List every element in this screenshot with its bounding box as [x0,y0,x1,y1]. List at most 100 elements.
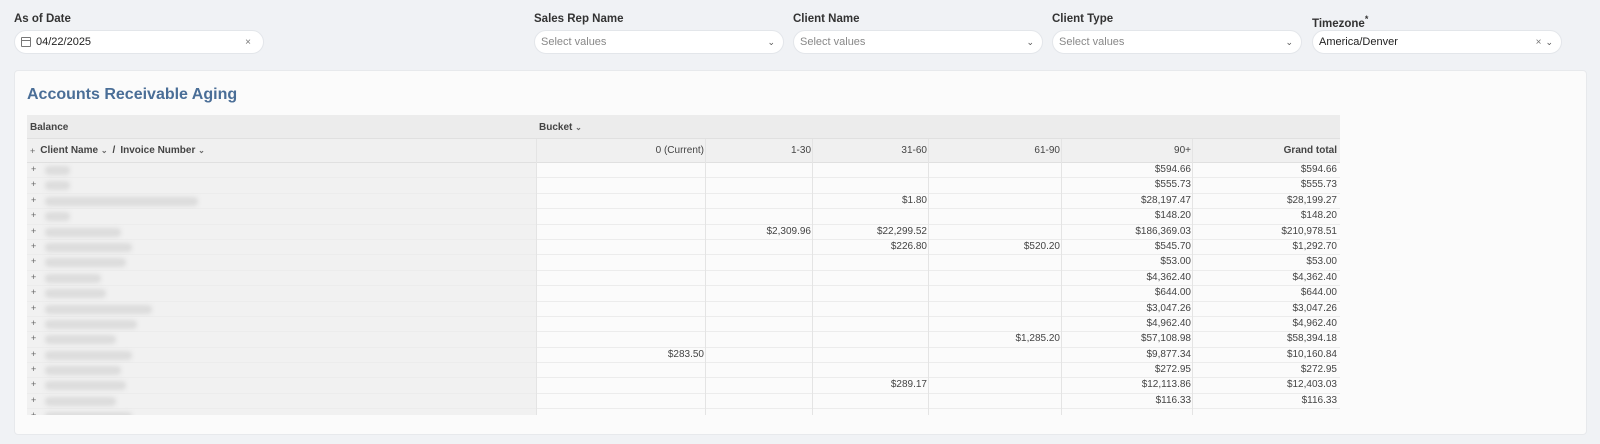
redacted-client-name [45,181,71,191]
table-cell: $57,108.98 [1140,333,1191,345]
redacted-client-name [45,196,198,206]
expand-row-icon[interactable]: + [31,349,36,359]
chevron-down-icon[interactable]: ⌄ [1285,37,1293,48]
row-header-cell: + [27,239,536,255]
column-header-61-90[interactable]: 61-90 [1034,145,1060,156]
column-header-90-[interactable]: 90+ [1174,145,1191,156]
clear-icon[interactable]: × [245,37,251,48]
expand-row-icon[interactable]: + [31,179,36,189]
table-row: + $148.20 $148.20 [27,209,1340,225]
chevron-down-icon[interactable]: ⌄ [1545,37,1553,48]
row-header-cell: + [27,378,536,393]
table-cell: $4,962.40 [1292,317,1338,329]
expand-row-icon[interactable]: + [31,287,36,297]
row-header-cell: + [27,332,536,347]
column-divider [1192,139,1193,415]
chevron-down-icon[interactable]: ⌄ [101,146,108,155]
expand-row-icon[interactable]: + [31,272,36,282]
row-field-client-name[interactable]: Client Name ⌄ [40,145,107,156]
expand-row-icon[interactable]: + [31,379,36,389]
table-row: + $53.00 $53.00 [27,255,1340,271]
chevron-down-icon[interactable]: ⌄ [767,37,775,48]
row-header-cell: + [27,301,536,316]
table-cell: $186,369.03 [1135,225,1191,237]
expand-row-icon[interactable]: + [31,303,36,313]
row-header-cell: + [27,316,536,332]
expand-row-icon[interactable]: + [31,364,36,374]
column-header-grand-total[interactable]: Grand total [1284,145,1337,156]
select-input[interactable]: Select values ⌄ [793,30,1043,54]
row-header-cell: + [27,286,536,301]
column-header-1-30[interactable]: 1-30 [791,145,811,156]
row-header-cell: + [27,178,536,193]
redacted-client-name [45,258,127,268]
table-cell: $2,309.96 [766,225,812,237]
expand-row-icon[interactable]: + [31,226,36,236]
expand-row-icon[interactable]: + [31,333,36,343]
chevron-down-icon[interactable]: ⌄ [198,146,205,155]
row-header-cell: + [27,209,536,224]
table-cell: $1,292.70 [1292,240,1338,252]
chevron-down-icon[interactable]: ⌄ [575,123,582,132]
table-cell: $28,197.47 [1140,194,1191,206]
filter-label: As of Date [14,13,71,25]
table-cell: $3,047.26 [1146,302,1192,314]
table-cell: $10,160.84 [1286,348,1337,360]
table-cell: $594.66 [1154,164,1191,175]
select-input[interactable]: America/Denver × ⌄ [1312,30,1562,54]
pivot-rows: + $594.66 $594.66 + $555.73 $555.73 + $1.80 $28,… [27,163,1340,415]
expand-row-icon[interactable]: + [31,195,36,205]
redacted-client-name [45,366,122,376]
expand-row-icon[interactable]: + [31,318,36,328]
redacted-client-name [45,350,132,360]
table-row: + $1,285.20 $57,108.98 $58,394.18 [27,332,1340,348]
filter-timezone: Timezone* America/Denver × ⌄ [1312,10,1562,54]
table-cell: $148.20 [1154,210,1191,222]
bucket-column-header[interactable]: Bucket ⌄ [539,122,582,133]
calendar-icon [21,37,31,47]
table-cell: $4,362.40 [1292,271,1338,283]
row-fields-header: + Client Name ⌄ / Invoice Number ⌄ [30,145,205,156]
table-row: + $283.50 $9,877.34 $10,160.84 [27,347,1340,364]
report-title: Accounts Receivable Aging [27,86,238,103]
table-row: + $3,047.26 $3,047.26 [27,301,1340,317]
filter-bar: As of Date 04/22/2025 × Sales Rep Name Selec… [14,10,1586,60]
expand-row-icon[interactable]: + [31,164,36,174]
measure-label: Balance [30,122,69,133]
expand-all-icon[interactable]: + [30,146,35,156]
table-cell: $226.80 [890,240,927,252]
select-input[interactable]: Select values ⌄ [534,30,784,54]
redacted-client-name [45,412,132,415]
table-cell: $283.50 [667,348,704,360]
table-cell: $210,978.51 [1281,225,1337,237]
table-row: + $272.95 $272.95 [27,363,1340,379]
table-row: + $4,962.40 $4,962.40 [27,316,1340,333]
chevron-down-icon[interactable]: ⌄ [1026,37,1034,48]
expand-row-icon[interactable]: + [31,410,36,415]
column-header-0-current-[interactable]: 0 (Current) [656,145,704,156]
filter-client-type: Client Type Select values ⌄ [1052,10,1302,54]
redacted-client-name [45,289,107,299]
row-header-cell: + [27,363,536,378]
column-divider [536,139,537,415]
expand-row-icon[interactable]: + [31,256,36,266]
table-cell: $28,199.27 [1286,194,1337,206]
redacted-client-name [45,381,127,391]
expand-row-icon[interactable]: + [31,395,36,405]
filter-placeholder: Select values [541,36,607,48]
pivot-table: Balance Bucket ⌄ + Client Name ⌄ / Invoi… [27,115,1340,415]
column-divider [1061,139,1062,415]
row-field-invoice-number[interactable]: Invoice Number ⌄ [120,145,205,156]
expand-row-icon[interactable]: + [31,241,36,251]
column-header-31-60[interactable]: 31-60 [901,145,927,156]
date-input[interactable]: 04/22/2025 × [14,30,264,54]
table-cell: $9,877.34 [1146,348,1192,360]
table-row: + $4,362.40 $4,362.40 [27,270,1340,287]
table-cell: $594.66 [1300,164,1337,175]
row-field-separator: / [112,145,116,156]
table-cell: $272.95 [1300,364,1337,376]
expand-row-icon[interactable]: + [31,210,36,220]
table-row: + $555.73 $555.73 [27,178,1340,194]
clear-icon[interactable]: × [1536,37,1542,48]
select-input[interactable]: Select values ⌄ [1052,30,1302,54]
